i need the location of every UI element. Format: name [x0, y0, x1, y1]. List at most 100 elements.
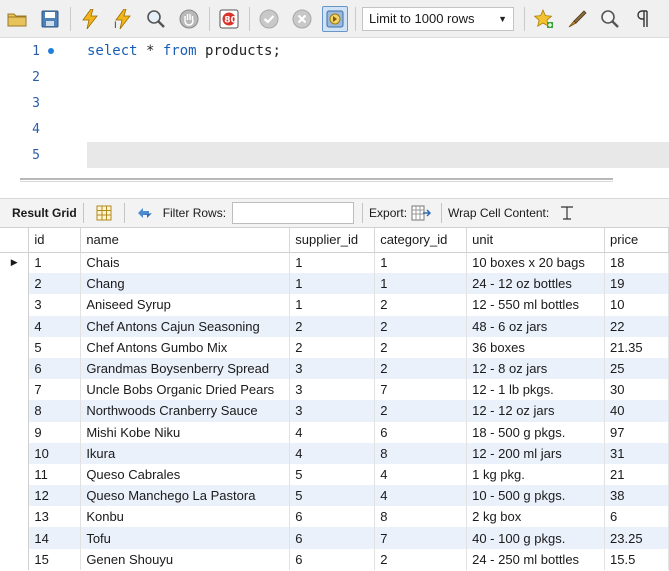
cell-name[interactable]: Chef Antons Gumbo Mix: [80, 336, 291, 358]
stop-on-error-icon[interactable]: 80: [216, 6, 242, 32]
cell-unit[interactable]: 10 - 500 g pkgs.: [466, 485, 606, 507]
cell-price[interactable]: 19: [604, 273, 669, 295]
add-snippet-star-icon[interactable]: [531, 6, 557, 32]
cell-supplier-id[interactable]: 3: [289, 357, 376, 380]
table-row[interactable]: 10 Ikura 4 8 12 - 200 ml jars 31: [0, 442, 669, 464]
cell-id[interactable]: 11: [28, 463, 82, 486]
cell-name[interactable]: Ikura: [80, 442, 291, 464]
editor-results-splitter[interactable]: [0, 168, 669, 198]
row-header[interactable]: [0, 548, 30, 570]
cell-price[interactable]: 22: [604, 315, 669, 337]
explain-magnifier-icon[interactable]: [143, 6, 169, 32]
cell-name[interactable]: Tofu: [80, 527, 291, 549]
cell-category-id[interactable]: 2: [374, 400, 468, 422]
cell-category-id[interactable]: 6: [374, 421, 468, 443]
cell-id[interactable]: 10: [28, 442, 82, 464]
cell-name[interactable]: Grandmas Boysenberry Spread: [80, 357, 291, 380]
cell-price[interactable]: 21: [604, 463, 669, 486]
cell-supplier-id[interactable]: 2: [289, 336, 376, 358]
cell-price[interactable]: 15.5: [604, 548, 669, 570]
column-header-supplier-id[interactable]: supplier_id: [289, 228, 376, 253]
table-row[interactable]: ▶ 1 Chais 1 1 10 boxes x 20 bags 18: [0, 252, 669, 274]
autocommit-toggle-icon[interactable]: [322, 5, 348, 32]
cell-name[interactable]: Aniseed Syrup: [80, 294, 291, 316]
row-header[interactable]: [0, 294, 30, 316]
cell-price[interactable]: 23.25: [604, 527, 669, 549]
cell-category-id[interactable]: 7: [374, 379, 468, 401]
row-header[interactable]: [0, 336, 30, 358]
column-header-price[interactable]: price: [604, 228, 669, 253]
cell-supplier-id[interactable]: 2: [289, 315, 376, 337]
cell-supplier-id[interactable]: 4: [289, 421, 376, 443]
limit-rows-select[interactable]: Limit to 1000 rows ▼: [362, 6, 514, 31]
horizontal-scrollbar[interactable]: [20, 178, 613, 182]
cell-unit[interactable]: 1 kg pkg.: [466, 463, 606, 486]
open-folder-icon[interactable]: [4, 6, 30, 32]
cell-category-id[interactable]: 4: [374, 485, 468, 507]
cell-supplier-id[interactable]: 1: [289, 294, 376, 316]
filter-rows-input[interactable]: [232, 202, 355, 224]
beautify-brush-icon[interactable]: [564, 6, 590, 32]
cell-supplier-id[interactable]: 4: [289, 442, 376, 464]
table-row[interactable]: 12 Queso Manchego La Pastora 5 4 10 - 500 g …: [0, 485, 669, 507]
cell-price[interactable]: 18: [604, 252, 669, 274]
sql-editor[interactable]: 1 select * from products; 2 3 4 5: [0, 38, 669, 168]
table-row[interactable]: 13 Konbu 6 8 2 kg box 6: [0, 506, 669, 528]
cell-name[interactable]: Queso Manchego La Pastora: [80, 485, 291, 507]
cell-supplier-id[interactable]: 6: [289, 527, 376, 549]
cell-category-id[interactable]: 7: [374, 527, 468, 549]
table-row[interactable]: 9 Mishi Kobe Niku 4 6 18 - 500 g pkgs. 97: [0, 421, 669, 443]
cell-unit[interactable]: 2 kg box: [466, 506, 606, 528]
export-icon[interactable]: [411, 203, 432, 223]
cell-id[interactable]: 15: [28, 548, 82, 570]
cell-price[interactable]: 25: [604, 357, 669, 380]
cell-name[interactable]: Mishi Kobe Niku: [80, 421, 291, 443]
row-header[interactable]: ▶: [0, 252, 30, 274]
cell-supplier-id[interactable]: 6: [289, 506, 376, 528]
cell-unit[interactable]: 12 - 200 ml jars: [466, 442, 606, 464]
cell-unit[interactable]: 12 - 12 oz jars: [466, 400, 606, 422]
table-row[interactable]: 14 Tofu 6 7 40 - 100 g pkgs. 23.25: [0, 527, 669, 549]
row-header[interactable]: [0, 273, 30, 295]
find-magnifier-icon[interactable]: [597, 6, 623, 32]
cell-price[interactable]: 40: [604, 400, 669, 422]
column-header-unit[interactable]: unit: [466, 228, 606, 253]
cell-id[interactable]: 7: [28, 379, 82, 401]
cell-id[interactable]: 3: [28, 294, 82, 316]
row-header[interactable]: [0, 400, 30, 422]
cell-supplier-id[interactable]: 6: [289, 548, 376, 570]
execute-statement-icon[interactable]: I: [110, 6, 136, 32]
cell-unit[interactable]: 48 - 6 oz jars: [466, 315, 606, 337]
cell-category-id[interactable]: 4: [374, 463, 468, 486]
cell-unit[interactable]: 40 - 100 g pkgs.: [466, 527, 606, 549]
cell-unit[interactable]: 12 - 8 oz jars: [466, 357, 606, 380]
cell-name[interactable]: Chang: [80, 273, 291, 295]
table-row[interactable]: 8 Northwoods Cranberry Sauce 3 2 12 - 12 oz …: [0, 400, 669, 422]
cell-price[interactable]: 30: [604, 379, 669, 401]
row-header[interactable]: [0, 379, 30, 401]
table-row[interactable]: 4 Chef Antons Cajun Seasoning 2 2 48 - 6 oz …: [0, 315, 669, 337]
cell-price[interactable]: 97: [604, 421, 669, 443]
cell-unit[interactable]: 12 - 550 ml bottles: [466, 294, 606, 316]
cell-price[interactable]: 10: [604, 294, 669, 316]
cell-unit[interactable]: 12 - 1 lb pkgs.: [466, 379, 606, 401]
wrap-text-icon[interactable]: [557, 203, 577, 223]
cell-category-id[interactable]: 2: [374, 548, 468, 570]
cell-unit[interactable]: 10 boxes x 20 bags: [466, 252, 606, 274]
row-header[interactable]: [0, 527, 30, 549]
cell-name[interactable]: Northwoods Cranberry Sauce: [80, 400, 291, 422]
cell-id[interactable]: 6: [28, 357, 82, 380]
cell-unit[interactable]: 24 - 12 oz bottles: [466, 273, 606, 295]
cell-id[interactable]: 8: [28, 400, 82, 422]
stop-hand-icon[interactable]: [176, 6, 202, 32]
table-row[interactable]: 6 Grandmas Boysenberry Spread 3 2 12 - 8 oz …: [0, 357, 669, 380]
cell-id[interactable]: 12: [28, 485, 82, 507]
cell-category-id[interactable]: 2: [374, 294, 468, 316]
row-header[interactable]: [0, 506, 30, 528]
table-row[interactable]: 5 Chef Antons Gumbo Mix 2 2 36 boxes 21.35: [0, 336, 669, 358]
cell-price[interactable]: 6: [604, 506, 669, 528]
cell-id[interactable]: 13: [28, 506, 82, 528]
cell-unit[interactable]: 36 boxes: [466, 336, 606, 358]
table-row[interactable]: 2 Chang 1 1 24 - 12 oz bottles 19: [0, 273, 669, 295]
cell-name[interactable]: Chef Antons Cajun Seasoning: [80, 315, 291, 337]
